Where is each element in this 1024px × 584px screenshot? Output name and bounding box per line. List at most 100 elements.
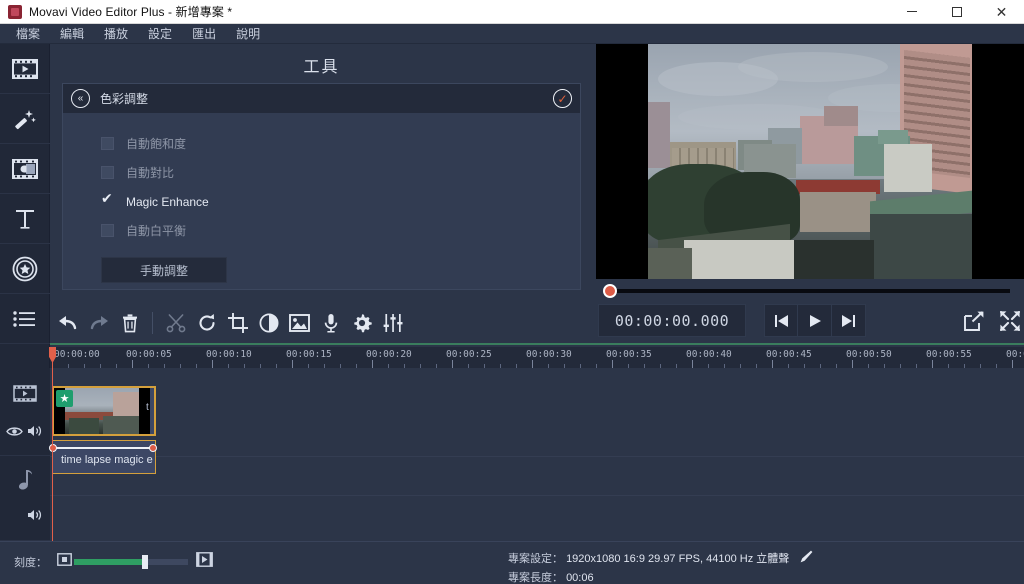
crop-button[interactable] [222, 304, 253, 342]
checkbox-auto-white-balance[interactable]: 自動白平衡 [101, 216, 580, 245]
fullscreen-icon [1000, 310, 1020, 331]
window-controls: ✕ [889, 0, 1024, 24]
audio-handle-right[interactable] [149, 444, 157, 452]
checkbox-auto-saturation[interactable]: 自動飽和度 [101, 129, 580, 158]
sidebar-item-titles[interactable] [0, 194, 50, 244]
edit-tools [52, 304, 408, 342]
menu-file[interactable]: 檔案 [6, 23, 50, 44]
contrast-circle-icon [258, 313, 279, 333]
tools-panel: 工具 « 色彩調整 ✓ 自動飽和度 自動對比 Magic Enhance [50, 44, 593, 300]
audio-button[interactable] [315, 304, 346, 342]
ruler-tick-major [612, 360, 613, 368]
check-circle-icon[interactable]: ✓ [553, 89, 572, 108]
next-frame-button[interactable] [832, 304, 866, 337]
ruler-label: 00:00:50 [846, 349, 892, 360]
zoom-timeline-out-icon[interactable] [57, 553, 72, 566]
ruler-tick-major [452, 360, 453, 368]
split-button[interactable] [160, 304, 191, 342]
audio-mute-icon[interactable] [27, 509, 44, 521]
audio-clip[interactable]: time lapse magic e [49, 440, 157, 474]
checkbox-magic-enhance[interactable]: Magic Enhance [101, 187, 580, 216]
audio-handle-left[interactable] [49, 444, 57, 452]
ruler-tick-major [852, 360, 853, 368]
equalizer-button[interactable] [377, 304, 408, 342]
audio-track-header [0, 456, 50, 541]
video-preview[interactable] [596, 44, 1024, 279]
pencil-icon[interactable] [800, 550, 813, 563]
sidebar-item-filters[interactable] [0, 94, 50, 144]
ruler-tick-major [1012, 360, 1013, 368]
menu-bar: 檔案 編輯 播放 設定 匯出 說明 [0, 24, 1024, 44]
zoom-timeline-in-icon[interactable] [196, 552, 213, 567]
ruler-label: 00:00:15 [286, 349, 332, 360]
menu-settings[interactable]: 設定 [138, 23, 182, 44]
title-bar: Movavi Video Editor Plus - 新增專案 * ✕ [0, 0, 1024, 24]
project-info: 專案設定： 1920x1080 16:9 29.97 FPS, 44100 Hz… [508, 550, 813, 584]
skip-next-icon [842, 314, 855, 327]
menu-help[interactable]: 說明 [226, 23, 270, 44]
sidebar-item-transitions[interactable] [0, 144, 50, 194]
video-clip-label: t [146, 402, 149, 413]
color-adjustments-card: « 色彩調整 ✓ 自動飽和度 自動對比 Magic Enhance [62, 83, 581, 290]
timeline-tracks[interactable]: ★ t time lapse magic e [49, 368, 1024, 541]
video-mute-icon[interactable] [27, 425, 44, 437]
audio-clip-label: time lapse magic e [61, 454, 153, 466]
redo-arrow-icon [90, 316, 108, 330]
export-frame-icon [964, 310, 984, 331]
scale-slider-handle[interactable] [142, 555, 148, 569]
clip-thumbnail-image [65, 388, 139, 434]
menu-playback[interactable]: 播放 [94, 23, 138, 44]
film-icon [0, 368, 50, 418]
menu-edit[interactable]: 編輯 [50, 23, 94, 44]
track-headers [0, 368, 50, 541]
video-clip[interactable]: ★ t [52, 386, 156, 436]
music-note-icon [0, 456, 50, 504]
preview-progress-bar[interactable] [599, 284, 1011, 298]
ruler-label: 00:00:40 [686, 349, 732, 360]
pan-zoom-button[interactable] [284, 304, 315, 342]
timeline-ruler[interactable]: 00:00:00 00:00:05 00:00:10 00:00:15 00:0… [50, 347, 1024, 368]
card-body: 自動飽和度 自動對比 Magic Enhance 自動白平衡 手動調整 [63, 113, 580, 283]
progress-handle[interactable] [603, 284, 617, 298]
microphone-icon [324, 314, 337, 333]
timecode-display[interactable]: 00:00:00.000 [598, 304, 746, 337]
minimize-button[interactable] [889, 0, 934, 24]
play-button[interactable] [798, 304, 832, 337]
snapshot-button[interactable] [956, 304, 992, 337]
timeline-scale-slider[interactable] [74, 555, 188, 569]
checkbox-box-checked [101, 191, 114, 208]
eye-icon[interactable] [6, 426, 23, 437]
maximize-button[interactable] [934, 0, 979, 24]
fullscreen-button[interactable] [992, 304, 1024, 337]
project-length-label: 專案長度： [508, 572, 563, 584]
manual-adjust-button[interactable]: 手動調整 [101, 257, 227, 283]
audio-volume-line[interactable] [53, 447, 155, 449]
checkbox-box [101, 224, 114, 237]
track-divider [50, 456, 1024, 457]
close-button[interactable]: ✕ [979, 0, 1024, 24]
gear-icon [353, 314, 372, 333]
transition-icon [12, 158, 38, 179]
menu-export[interactable]: 匯出 [182, 23, 226, 44]
chevron-double-left-icon[interactable]: « [71, 89, 90, 108]
ruler-tick-major [292, 360, 293, 368]
ruler-tick-major [772, 360, 773, 368]
prev-frame-button[interactable] [764, 304, 798, 337]
play-icon [809, 314, 821, 327]
sidebar-item-stickers[interactable] [0, 244, 50, 294]
redo-button[interactable] [83, 304, 114, 342]
checkbox-auto-contrast[interactable]: 自動對比 [101, 158, 580, 187]
project-settings-row: 專案設定： 1920x1080 16:9 29.97 FPS, 44100 Hz… [508, 550, 813, 569]
sidebar-item-more[interactable] [0, 294, 50, 344]
ruler-tick-major [212, 360, 213, 368]
ruler-tick-major [132, 360, 133, 368]
sidebar-item-import[interactable] [0, 44, 50, 94]
audio-track-toggles [0, 504, 50, 526]
stabilize-button[interactable] [346, 304, 377, 342]
delete-button[interactable] [114, 304, 145, 342]
timeline-playhead[interactable] [52, 347, 53, 541]
undo-button[interactable] [52, 304, 83, 342]
rotate-button[interactable] [191, 304, 222, 342]
color-adjust-button[interactable] [253, 304, 284, 342]
scale-label: 刻度： [14, 557, 47, 569]
